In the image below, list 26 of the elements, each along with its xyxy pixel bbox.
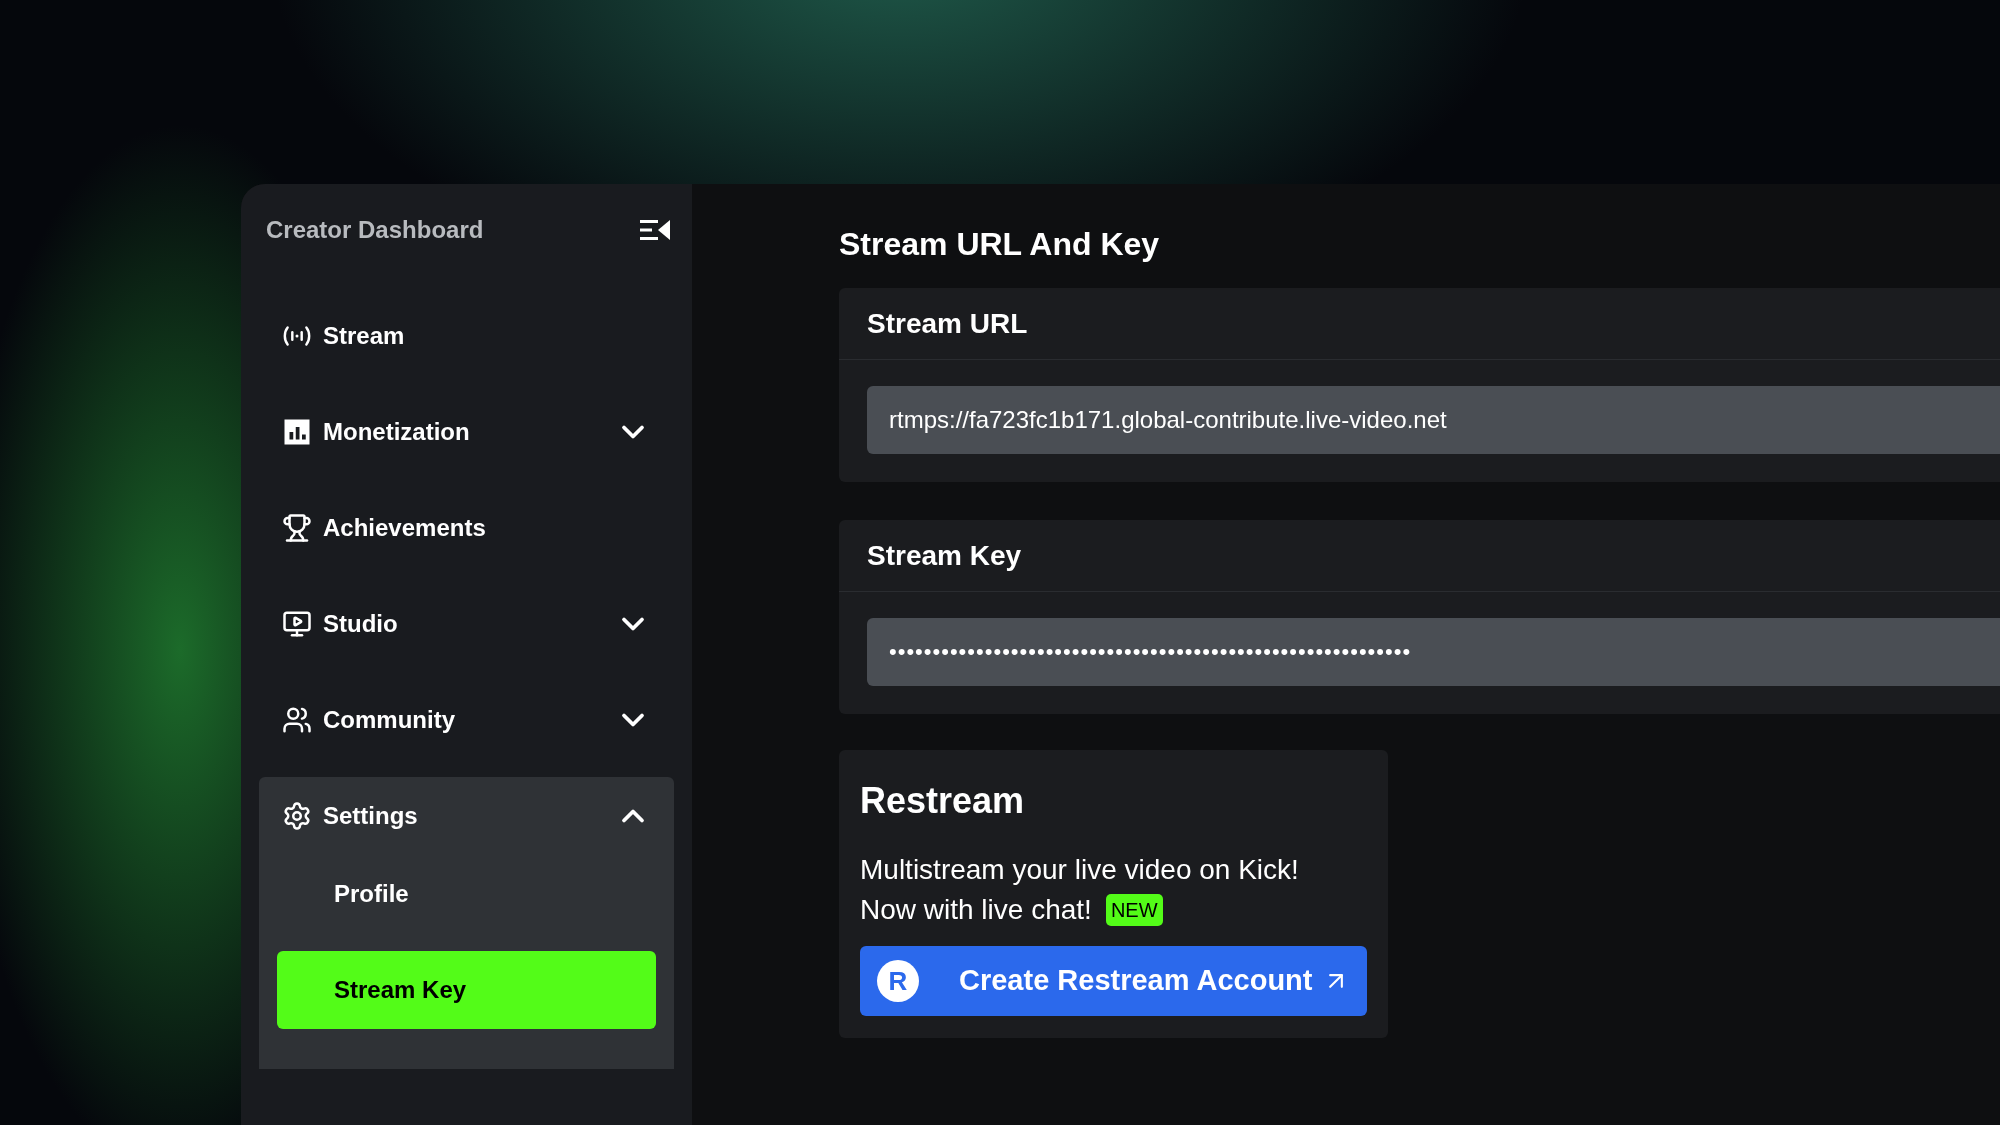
restream-logo-icon: R — [877, 960, 919, 1002]
restream-description: Multistream your live video on Kick! — [860, 853, 1300, 887]
input-field[interactable]: rtmps://fa723fc1b171.global-contribute.live-video.net — [867, 386, 2000, 454]
collapse-sidebar-button[interactable] — [639, 218, 671, 242]
sidebar-item[interactable]: Monetization — [259, 393, 674, 471]
sidebar-item[interactable]: Settings — [259, 777, 674, 855]
page-title: Stream URL And Key — [839, 225, 1161, 264]
sidebar-item[interactable]: Community — [259, 681, 674, 759]
sidebar-item[interactable]: Achievements — [259, 489, 674, 567]
nav-icon — [282, 705, 312, 735]
sidebar-item[interactable]: Stream — [259, 297, 674, 375]
card-title: Stream Key — [867, 538, 1022, 573]
nav-icon — [282, 417, 312, 447]
submenu-item[interactable]: Stream Key — [277, 951, 656, 1029]
new-badge: NEW — [1105, 894, 1163, 926]
input-field[interactable]: •••••••••••••••••••••••••••••••••••••••••••••••••••••••••••• — [867, 618, 2000, 686]
restream-description: Now with live chat! — [860, 893, 1092, 927]
submenu-item[interactable]: Profile — [277, 855, 656, 933]
card-title: Stream URL — [867, 306, 1028, 341]
nav-icon — [282, 801, 312, 831]
card-title: Restream — [860, 779, 1026, 823]
create-restream-account-button[interactable]: R Create Restream Account — [860, 946, 1367, 1016]
nav-icon — [282, 609, 312, 639]
nav-icon — [282, 513, 312, 543]
sidebar-title: Creator Dashboard — [266, 215, 484, 245]
sidebar-item[interactable]: Studio — [259, 585, 674, 663]
